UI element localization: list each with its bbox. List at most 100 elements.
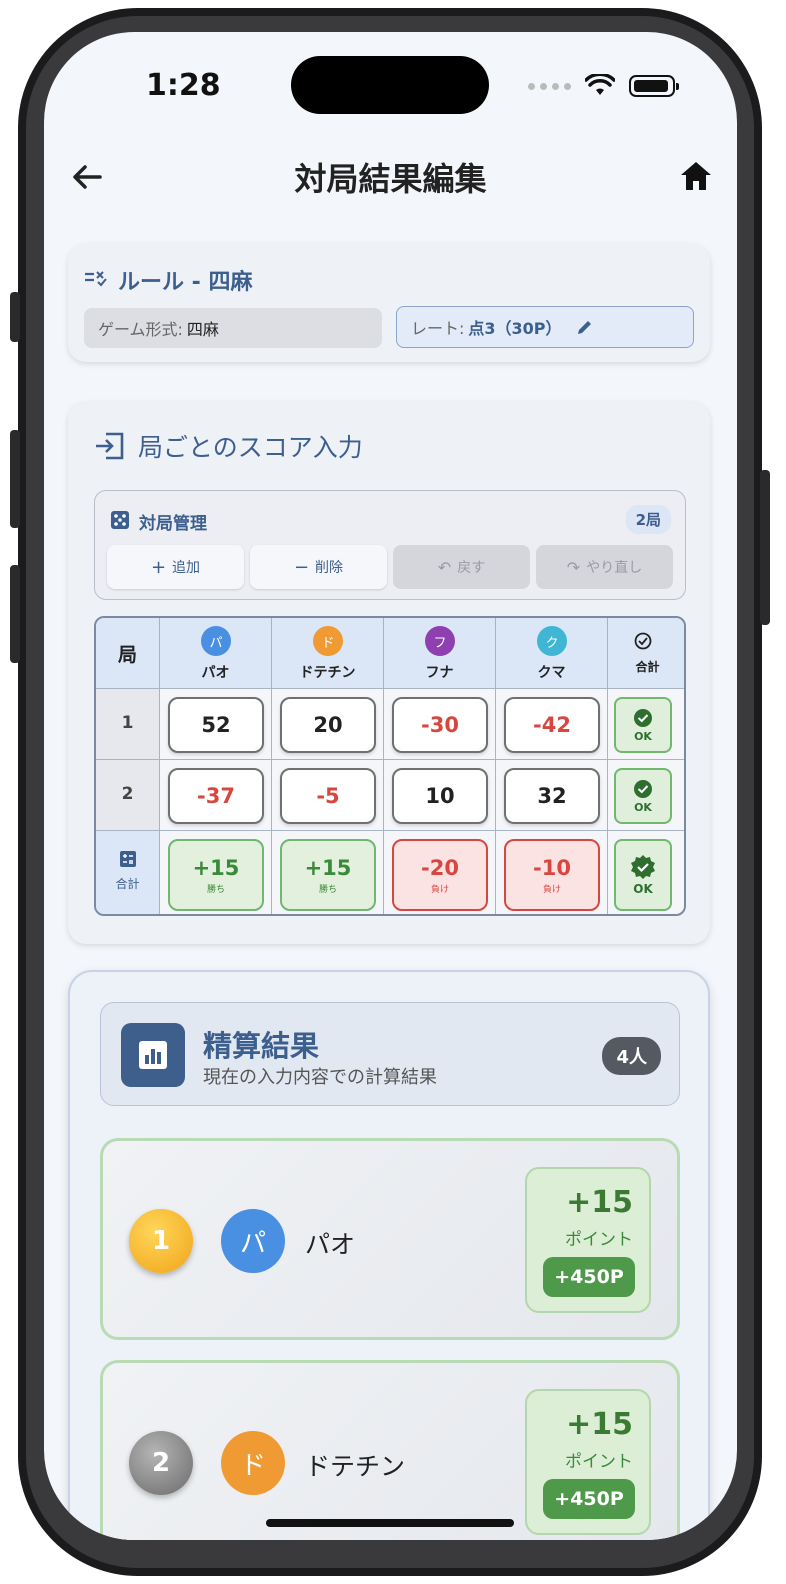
total-header-cell: 合計	[608, 618, 684, 689]
score-cell: -5	[272, 760, 384, 831]
score-cell: -42	[496, 689, 608, 760]
results-header: 精算結果 現在の入力内容での計算結果 4人	[100, 1002, 680, 1106]
total-header: 合計	[635, 660, 660, 674]
battery-icon	[629, 75, 679, 97]
game-management-panel: 対局管理 2局 + 追加 − 削除 ↶ 戻す ↷ やり直し	[94, 490, 686, 600]
rule-icon	[85, 271, 107, 287]
pencil-icon[interactable]	[576, 318, 594, 336]
page-title: 対局結果編集	[294, 160, 487, 198]
side-button-volume-up	[10, 430, 20, 528]
screen: 1:28 対局結果編集 ルール - 四麻 ゲーム形式: 四麻 レート: 点3（3…	[44, 32, 737, 1540]
points-value: +15	[566, 1407, 633, 1442]
player-avatar: ド	[221, 1431, 285, 1495]
ok-label: OK	[633, 882, 653, 896]
ranking-card: 1 パ パオ +15 ポイント +450P	[100, 1138, 680, 1340]
score-section-title: 局ごとのスコア入力	[138, 433, 363, 462]
rank-badge: 2	[129, 1431, 193, 1495]
points-box: +15 ポイント +450P	[525, 1389, 651, 1535]
score-cell: 52	[160, 689, 272, 760]
round-ok-badge: OK	[614, 697, 672, 753]
round-number: 1	[121, 713, 134, 733]
rate-value: 点3（30P）	[468, 319, 562, 338]
ok-label: OK	[634, 729, 652, 743]
total-value-box: +15 勝ち	[280, 839, 376, 911]
game-format-field: ゲーム形式: 四麻	[84, 308, 382, 348]
rounds-badge: 2局	[625, 505, 671, 534]
score-cell: 32	[496, 760, 608, 831]
total-row-label-cell: 合計	[96, 831, 160, 914]
redo-button[interactable]: ↷ やり直し	[536, 545, 673, 589]
score-cell: -37	[160, 760, 272, 831]
score-input[interactable]: -30	[392, 697, 488, 753]
home-icon[interactable]	[679, 160, 713, 192]
check-circle-icon	[634, 632, 652, 650]
check-circle-icon	[634, 708, 652, 727]
total-value-box: -20 負け	[392, 839, 488, 911]
player-name: パオ	[201, 665, 230, 681]
player-name: ドテチン	[305, 1452, 406, 1481]
player-avatar: フ	[425, 626, 455, 656]
round-number-cell: 2	[96, 760, 160, 831]
player-header-kuma: ク クマ	[496, 618, 608, 689]
check-cell: OK	[608, 760, 684, 831]
ranking-card: 2 ド ドテチン +15 ポイント +450P	[100, 1360, 680, 1540]
player-header-dotechin: ド ドテチン	[272, 618, 384, 689]
round-header-cell: 局	[96, 618, 160, 689]
side-button-volume-down	[10, 565, 20, 663]
player-avatar: ク	[537, 626, 567, 656]
ok-label: OK	[634, 800, 652, 814]
money-badge: +450P	[543, 1479, 635, 1519]
settlement-results-card: 精算結果 現在の入力内容での計算結果 4人 1 パ パオ +15 ポイント +4…	[68, 970, 710, 1540]
login-icon	[96, 432, 124, 460]
delete-round-button[interactable]: − 削除	[250, 545, 387, 589]
round-header: 局	[117, 644, 137, 666]
dynamic-island	[291, 56, 489, 114]
undo-icon: ↶	[437, 557, 452, 577]
rule-title: ルール - 四麻	[118, 270, 253, 295]
undo-button[interactable]: ↶ 戻す	[393, 545, 530, 589]
score-input[interactable]: -42	[504, 697, 600, 753]
score-input[interactable]: 20	[280, 697, 376, 753]
side-button-power	[760, 470, 770, 625]
points-label: ポイント	[565, 1230, 633, 1250]
score-input[interactable]: 10	[392, 768, 488, 824]
rank-badge: 1	[129, 1209, 193, 1273]
redo-icon: ↷	[566, 557, 581, 577]
status-time: 1:28	[146, 68, 221, 103]
total-check-cell: OK	[608, 831, 684, 914]
round-ok-badge: OK	[614, 768, 672, 824]
signal-icon	[528, 82, 571, 90]
total-value-box: +15 勝ち	[168, 839, 264, 911]
plus-icon: +	[150, 556, 167, 578]
side-button-action	[10, 292, 20, 342]
check-circle-icon	[634, 779, 652, 798]
results-subtitle: 現在の入力内容での計算結果	[203, 1067, 437, 1088]
player-name: フナ	[425, 665, 454, 681]
total-cell: -20 負け	[384, 831, 496, 914]
score-cell: -30	[384, 689, 496, 760]
results-title: 精算結果	[203, 1029, 320, 1063]
score-input-card: 局ごとのスコア入力 対局管理 2局 + 追加 − 削除 ↶ 戻す ↷ やり直し 局 パ …	[68, 402, 710, 944]
player-header-pao: パ パオ	[160, 618, 272, 689]
add-round-button[interactable]: + 追加	[107, 545, 244, 589]
player-header-funa: フ フナ	[384, 618, 496, 689]
rate-label: レート:	[411, 319, 465, 338]
score-input[interactable]: -37	[168, 768, 264, 824]
total-value-box: -10 負け	[504, 839, 600, 911]
rule-card: ルール - 四麻 ゲーム形式: 四麻 レート: 点3（30P）	[68, 244, 710, 362]
rate-field[interactable]: レート: 点3（30P）	[396, 306, 694, 348]
total-cell: +15 勝ち	[160, 831, 272, 914]
player-avatar: ド	[313, 626, 343, 656]
round-number: 2	[121, 784, 134, 804]
player-name: ドテチン	[299, 665, 356, 681]
player-count-badge: 4人	[602, 1037, 661, 1075]
score-input[interactable]: -5	[280, 768, 376, 824]
score-cell: 20	[272, 689, 384, 760]
home-indicator[interactable]	[266, 1519, 514, 1527]
total-ok-badge: OK	[614, 839, 672, 911]
money-badge: +450P	[543, 1257, 635, 1297]
total-cell: +15 勝ち	[272, 831, 384, 914]
bar-chart-icon	[121, 1023, 185, 1087]
score-input[interactable]: 32	[504, 768, 600, 824]
score-input[interactable]: 52	[168, 697, 264, 753]
